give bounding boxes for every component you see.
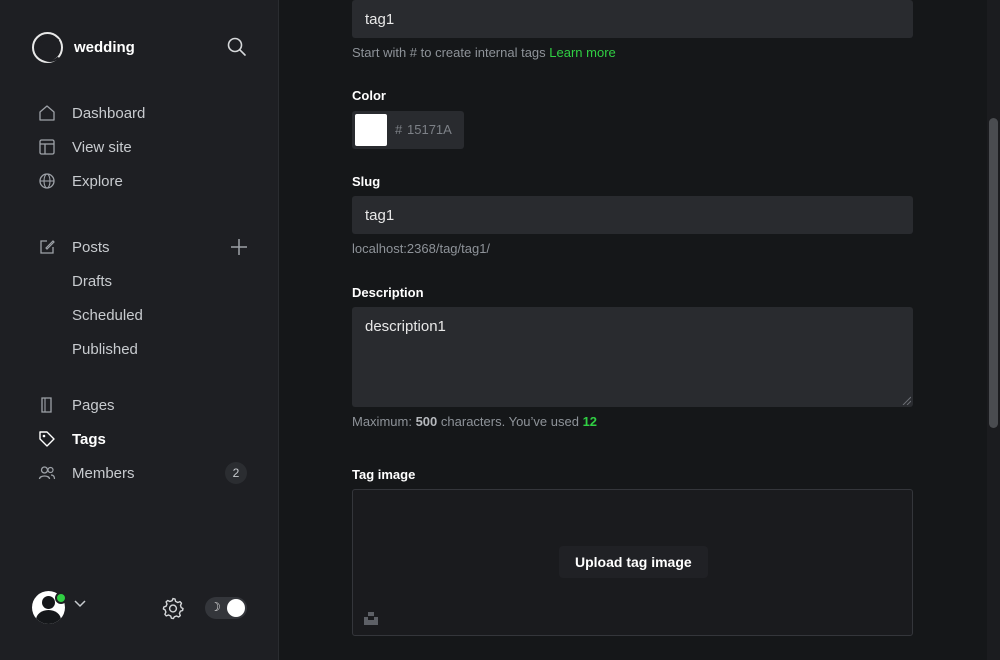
edit-icon bbox=[36, 236, 58, 258]
nav-item-tags[interactable]: Tags bbox=[36, 427, 251, 451]
nav-item-dashboard[interactable]: Dashboard bbox=[36, 101, 251, 125]
resize-handle-icon[interactable] bbox=[901, 395, 911, 405]
description-label: Description bbox=[352, 285, 424, 300]
nav-item-scheduled[interactable]: Scheduled bbox=[72, 307, 143, 324]
layout-icon bbox=[36, 136, 58, 158]
toggle-knob bbox=[227, 599, 245, 617]
chevron-down-icon[interactable] bbox=[74, 600, 86, 608]
scrollbar[interactable] bbox=[987, 0, 1000, 660]
nav-item-pages[interactable]: Pages bbox=[36, 393, 251, 417]
nav-item-drafts[interactable]: Drafts bbox=[72, 273, 112, 290]
learn-more-link[interactable]: Learn more bbox=[549, 45, 615, 60]
char-used: 12 bbox=[582, 414, 598, 429]
nav-item-explore[interactable]: Explore bbox=[36, 169, 251, 193]
site-name: wedding bbox=[74, 39, 135, 56]
site-logo-icon bbox=[32, 32, 63, 63]
hint-text: Start with # to create internal tags bbox=[352, 45, 546, 60]
color-swatch[interactable] bbox=[355, 114, 387, 146]
color-hash-prefix: # bbox=[395, 122, 403, 137]
nav-label: View site bbox=[72, 138, 132, 156]
nav-label: Posts bbox=[72, 238, 110, 256]
color-label: Color bbox=[352, 88, 386, 103]
nav-label: Dashboard bbox=[72, 104, 146, 122]
upload-tag-image-button[interactable]: Upload tag image bbox=[559, 546, 708, 578]
nav-item-view-site[interactable]: View site bbox=[36, 135, 251, 159]
description-char-count: Maximum: 500 characters. You’ve used 12 bbox=[352, 414, 597, 429]
tag-icon bbox=[36, 428, 58, 450]
nav-item-published[interactable]: Published bbox=[72, 341, 138, 358]
nav-label: Members bbox=[72, 464, 135, 482]
unsplash-icon[interactable] bbox=[364, 611, 378, 625]
online-status-dot bbox=[55, 592, 67, 604]
char-hint-mid: characters. You’ve used bbox=[440, 414, 579, 429]
char-max: 500 bbox=[415, 414, 438, 429]
slug-input[interactable]: tag1 bbox=[352, 196, 913, 234]
nav-label: Explore bbox=[72, 172, 123, 190]
tag-name-hint: Start with # to create internal tags Lea… bbox=[352, 45, 616, 60]
globe-icon bbox=[36, 170, 58, 192]
tag-name-input[interactable]: tag1 bbox=[352, 0, 913, 38]
dark-mode-toggle[interactable]: ☽ bbox=[205, 597, 247, 619]
members-icon bbox=[36, 462, 58, 484]
gear-icon[interactable] bbox=[161, 596, 185, 620]
slug-label: Slug bbox=[352, 174, 381, 189]
avatar-body bbox=[36, 610, 61, 624]
tag-settings-form: tag1 Start with # to create internal tag… bbox=[280, 0, 987, 660]
tag-image-label: Tag image bbox=[352, 467, 416, 482]
new-post-button[interactable] bbox=[227, 235, 251, 259]
pages-icon bbox=[36, 394, 58, 416]
nav-label: Tags bbox=[72, 430, 106, 448]
color-hex-input[interactable]: 15171A bbox=[407, 122, 452, 137]
color-picker: # 15171A bbox=[352, 111, 464, 149]
search-icon bbox=[227, 37, 246, 56]
tag-image-dropzone[interactable]: Upload tag image bbox=[352, 489, 913, 636]
nav-item-members[interactable]: Members bbox=[36, 461, 251, 485]
nav-label: Pages bbox=[72, 396, 115, 414]
moon-icon: ☽ bbox=[210, 600, 221, 614]
avatar-head bbox=[42, 596, 55, 609]
search-button[interactable] bbox=[224, 34, 250, 60]
sidebar: wedding Dashboard View site Explore Post… bbox=[0, 0, 279, 660]
slug-url-hint: localhost:2368/tag/tag1/ bbox=[352, 241, 491, 256]
char-hint-prefix: Maximum: bbox=[352, 414, 412, 429]
members-count-badge: 2 bbox=[225, 462, 247, 484]
plus-icon bbox=[231, 239, 247, 255]
description-value: description1 bbox=[365, 318, 446, 335]
scrollbar-thumb[interactable] bbox=[989, 118, 998, 428]
home-icon bbox=[36, 102, 58, 124]
brand[interactable]: wedding bbox=[32, 32, 135, 63]
description-textarea[interactable]: description1 bbox=[352, 307, 913, 407]
nav-item-posts[interactable]: Posts bbox=[36, 235, 251, 259]
